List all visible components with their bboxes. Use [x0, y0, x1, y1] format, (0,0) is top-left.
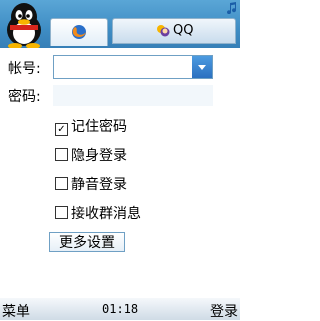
tab-qq-label: QQ — [173, 23, 194, 38]
music-note-icon — [227, 2, 237, 14]
option-remember-password[interactable]: ✓ 记住密码 — [55, 116, 127, 136]
option-invisible-login[interactable]: 隐身登录 — [55, 145, 127, 165]
password-field[interactable] — [53, 85, 213, 106]
more-settings-button[interactable]: 更多设置 — [49, 232, 125, 252]
header-bar: QQ — [0, 0, 240, 48]
firefox-like-globe-icon — [72, 25, 86, 39]
tab-browser[interactable] — [50, 18, 108, 46]
account-label: 帐号: — [8, 61, 41, 77]
option-label: 隐身登录 — [71, 148, 127, 164]
option-label: 静音登录 — [71, 177, 127, 193]
clock: 01:18 — [102, 302, 139, 316]
option-label: 接收群消息 — [71, 206, 141, 222]
checkbox-unchecked-icon[interactable] — [55, 206, 68, 219]
option-mute-login[interactable]: 静音登录 — [55, 174, 127, 194]
checkbox-checked-icon[interactable]: ✓ — [55, 123, 68, 136]
tab-qq[interactable]: QQ — [112, 18, 236, 44]
password-label: 密码: — [8, 89, 41, 105]
account-dropdown-button[interactable] — [192, 56, 212, 78]
qq-buddy-icon — [157, 25, 170, 37]
account-field[interactable] — [53, 55, 213, 79]
option-label: 记住密码 — [71, 119, 127, 135]
login-soft-key[interactable]: 登录 — [210, 301, 238, 321]
option-receive-group-messages[interactable]: 接收群消息 — [55, 203, 141, 223]
checkbox-unchecked-icon[interactable] — [55, 177, 68, 190]
qq-penguin-avatar-icon — [7, 3, 41, 48]
menu-soft-key[interactable]: 菜单 — [2, 301, 30, 321]
checkbox-unchecked-icon[interactable] — [55, 148, 68, 161]
chevron-down-icon — [198, 65, 206, 70]
soft-key-bar: 菜单 01:18 登录 — [0, 298, 240, 320]
